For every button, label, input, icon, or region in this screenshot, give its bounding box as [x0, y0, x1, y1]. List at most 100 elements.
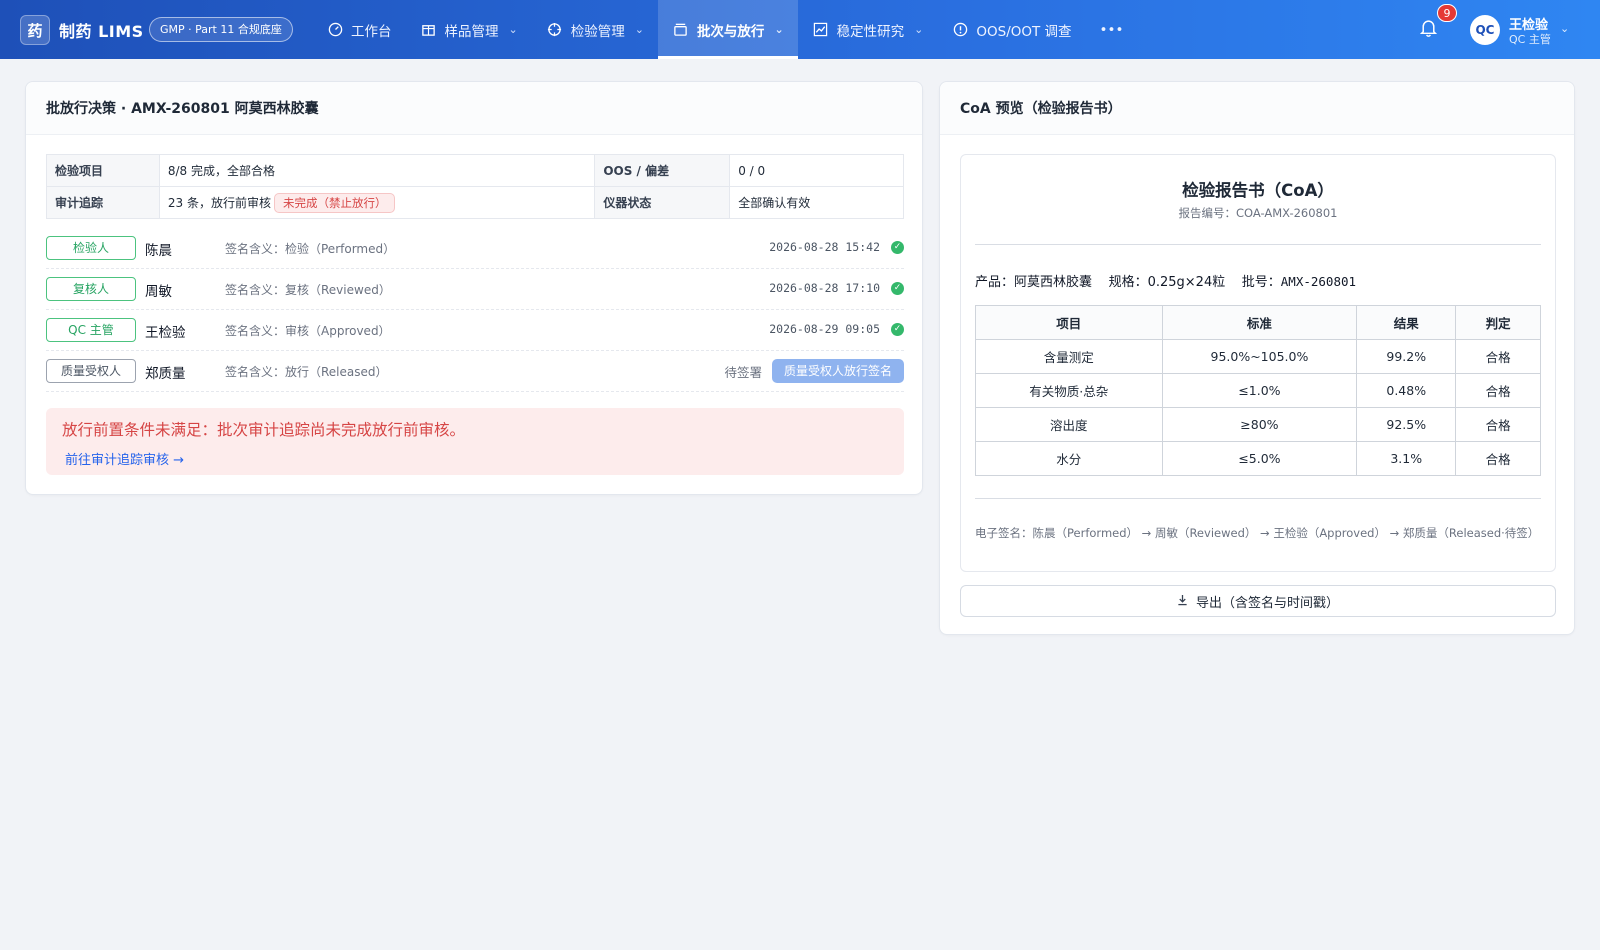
signature-meaning: 签名含义：复核（Reviewed）	[225, 283, 391, 297]
info-label: OOS / 偏差	[594, 154, 731, 187]
divider	[975, 244, 1541, 245]
check-icon: ✓	[891, 241, 904, 254]
chevron-down-icon: ⌄	[914, 23, 924, 36]
product-name: 阿莫西林胶囊	[1014, 275, 1093, 290]
trend-icon	[812, 22, 830, 37]
download-icon	[1177, 594, 1188, 609]
divider	[975, 498, 1541, 499]
list-item: 质量受权人 郑质量 签名含义：放行（Released） 待签署 质量受权人放行签…	[46, 351, 904, 392]
info-value-cell: 23 条，放行前审核 未完成（禁止放行）	[158, 186, 596, 219]
product-line: 产品：阿莫西林胶囊 规格：0.25g×24粒 批号：AMX-260801	[975, 271, 1356, 290]
info-label: 审计追踪	[46, 186, 160, 219]
compliance-badge: GMP · Part 11 合规底座	[149, 17, 293, 42]
batch-label: 批号：	[1241, 275, 1281, 290]
nav-item-oos-oot[interactable]: OOS/OOT 调查	[937, 0, 1085, 59]
coa-preview-card: CoA 预览（检验报告书） 检验报告书（CoA） 报告编号：COA-AMX-26…	[939, 81, 1575, 635]
signature-time: 2026-08-28 17:10	[769, 281, 880, 295]
product-label: 产品：	[975, 275, 1015, 290]
card-title: CoA 预览（检验报告书）	[940, 82, 1574, 135]
info-value: 23 条，放行前审核	[167, 195, 271, 210]
app-logo[interactable]: 药	[20, 15, 50, 45]
signer-name: 周敏	[145, 284, 172, 300]
nav-item-testing[interactable]: 检验管理 ⌄	[532, 0, 658, 59]
coa-results-table: 项目 标准 结果 判定 含量测定 95.0%~105.0% 99.2% 合格 有…	[975, 305, 1541, 476]
signature-meaning: 签名含义：放行（Released）	[225, 365, 388, 379]
table-cell: 合格	[1455, 339, 1541, 374]
nav-item-stability[interactable]: 稳定性研究 ⌄	[798, 0, 938, 59]
nav-label: 稳定性研究	[836, 23, 905, 40]
table-cell: 0.48%	[1356, 373, 1457, 408]
pending-status: 待签署	[724, 365, 762, 380]
release-decision-card: 批放行决策 · AMX-260801 阿莫西林胶囊 检验项目 8/8 完成，全部…	[25, 81, 923, 495]
table-cell: 合格	[1455, 373, 1541, 408]
crosshair-icon	[546, 22, 564, 37]
table-row: 溶出度 ≥80% 92.5% 合格	[975, 407, 1541, 442]
table-cell: ≤1.0%	[1161, 373, 1358, 408]
info-label: 检验项目	[46, 154, 160, 187]
info-label: 仪器状态	[594, 186, 731, 219]
role-tag: 检验人	[46, 236, 136, 260]
column-header: 标准	[1161, 305, 1358, 340]
coa-document: 检验报告书（CoA） 报告编号：COA-AMX-260801 产品：阿莫西林胶囊…	[960, 154, 1556, 572]
box-icon	[672, 22, 690, 37]
signature-meaning: 签名含义：检验（Performed）	[225, 242, 396, 256]
table-cell: 92.5%	[1356, 407, 1457, 442]
spec-value: 0.25g×24粒	[1147, 275, 1226, 290]
notification-count-badge: 9	[1437, 4, 1457, 22]
status-badge: 未完成（禁止放行）	[273, 192, 396, 213]
table-header-row: 项目 标准 结果 判定	[975, 305, 1541, 340]
signer-name: 郑质量	[145, 366, 186, 382]
nav-label: 样品管理	[444, 23, 499, 40]
table-cell: 溶出度	[975, 407, 1163, 442]
card-title: 批放行决策 · AMX-260801 阿莫西林胶囊	[26, 82, 922, 135]
list-item: QC 主管 王检验 签名含义：审核（Approved） 2026-08-29 0…	[46, 310, 904, 351]
column-header: 项目	[975, 305, 1163, 340]
table-cell: 99.2%	[1356, 339, 1457, 374]
nav-item-workbench[interactable]: 工作台	[312, 0, 406, 59]
info-value: 8/8 完成，全部合格	[158, 154, 596, 187]
top-navigation-bar: 药 制药 LIMS GMP · Part 11 合规底座 工作台 样品管理 ⌄ …	[0, 0, 1600, 59]
list-item: 复核人 周敏 签名含义：复核（Reviewed） 2026-08-28 17:1…	[46, 269, 904, 310]
export-label: 导出（含签名与时间戳）	[1195, 595, 1339, 611]
report-number: 报告编号：COA-AMX-260801	[1178, 206, 1338, 220]
dashboard-icon	[326, 22, 344, 37]
table-row: 审计追踪 23 条，放行前审核 未完成（禁止放行） 仪器状态 全部确认有效	[46, 186, 904, 219]
table-cell: ≤5.0%	[1161, 441, 1358, 476]
check-icon: ✓	[891, 323, 904, 336]
table-row: 有关物质·总杂 ≤1.0% 0.48% 合格	[975, 373, 1541, 408]
export-button[interactable]: 导出（含签名与时间戳）	[960, 585, 1556, 617]
nav-label: 检验管理	[570, 23, 625, 40]
signature-time: 2026-08-28 15:42	[769, 240, 880, 254]
spec-label: 规格：	[1108, 275, 1148, 290]
nav-label: 工作台	[351, 23, 392, 40]
role-tag: 质量受权人	[46, 359, 136, 383]
package-icon	[420, 22, 438, 37]
coa-title: 检验报告书（CoA）	[1182, 181, 1334, 200]
chevron-down-icon[interactable]: ⌄	[1560, 22, 1569, 35]
audit-trail-review-link[interactable]: 前往审计追踪审核 →	[65, 449, 184, 468]
table-cell: 95.0%~105.0%	[1161, 339, 1358, 374]
table-row: 含量测定 95.0%~105.0% 99.2% 合格	[975, 339, 1541, 374]
bell-icon[interactable]	[1419, 18, 1438, 42]
chevron-down-icon: ⌄	[508, 23, 518, 36]
column-header: 判定	[1455, 305, 1541, 340]
alert-text: 放行前置条件未满足：批次审计追踪尚未完成放行前审核。	[62, 421, 466, 439]
signature-meaning: 签名含义：审核（Approved）	[225, 324, 391, 338]
alert-circle-icon	[951, 22, 969, 37]
release-sign-button[interactable]: 质量受权人放行签名	[772, 359, 904, 383]
app-title: 制药 LIMS	[59, 22, 144, 41]
nav-label: 批次与放行	[696, 23, 765, 40]
signer-name: 王检验	[145, 325, 186, 341]
main-nav: 工作台 样品管理 ⌄ 检验管理 ⌄ 批次与放行 ⌄ 稳定性研究 ⌄ OOS/OO…	[312, 0, 1137, 59]
user-avatar[interactable]: QC	[1470, 15, 1500, 45]
signer-name: 陈晨	[145, 243, 172, 259]
signature-time: 2026-08-29 09:05	[769, 322, 880, 336]
role-tag: 复核人	[46, 277, 136, 301]
list-item: 检验人 陈晨 签名含义：检验（Performed） 2026-08-28 15:…	[46, 228, 904, 269]
user-role: QC 主管	[1509, 33, 1551, 46]
table-row: 水分 ≤5.0% 3.1% 合格	[975, 441, 1541, 476]
chevron-down-icon: ⌄	[634, 23, 644, 36]
nav-item-batch-release[interactable]: 批次与放行 ⌄	[657, 0, 798, 59]
more-menu-button[interactable]: •••	[1086, 0, 1138, 59]
nav-item-samples[interactable]: 样品管理 ⌄	[406, 0, 532, 59]
